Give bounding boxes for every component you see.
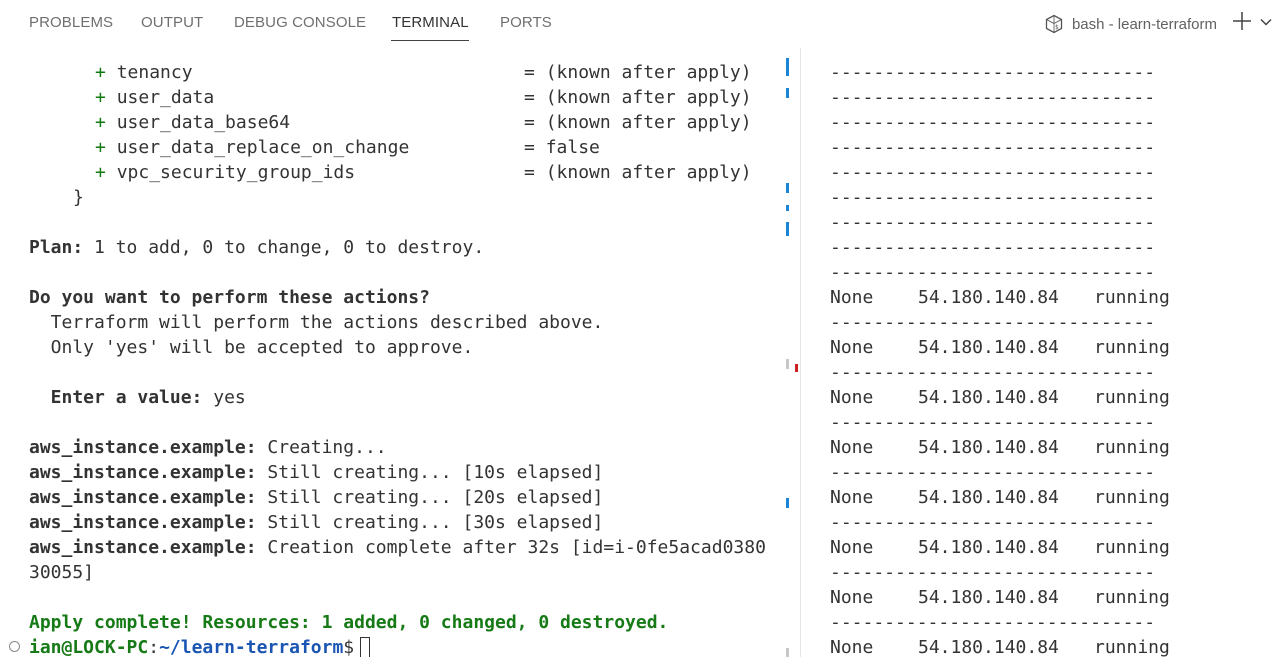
tab-ports[interactable]: PORTS (500, 14, 552, 31)
scrollbar-mark (786, 205, 789, 211)
terminal-line: + tenancy (95, 62, 193, 83)
plus-icon[interactable] (1231, 10, 1253, 32)
instance-ip: 54.180.140.84 (918, 587, 1059, 608)
separator-line: ------------------------------ (830, 462, 1156, 483)
log-line: aws_instance.example: Still creating... … (29, 512, 604, 533)
scrollbar-mark (786, 498, 789, 508)
scrollbar-mark (786, 88, 789, 98)
separator-line: ------------------------------ (830, 412, 1156, 433)
terminal-line: + vpc_security_group_ids (95, 162, 356, 183)
tab-problems[interactable]: PROBLEMS (29, 14, 113, 31)
separator-line: ------------------------------ (830, 187, 1156, 208)
log-line: 30055] (29, 562, 95, 583)
instance-state: running (1094, 537, 1170, 558)
terminal-line: + user_data_replace_on_change (95, 137, 410, 158)
terminal-line: = (known after apply) (524, 87, 752, 108)
separator-line: ------------------------------ (830, 237, 1156, 258)
terminal-left-pane[interactable]: + tenancy = (known after apply) + user_d… (0, 48, 800, 657)
log-line: aws_instance.example: Creating... (29, 437, 387, 458)
instance-ip: 54.180.140.84 (918, 437, 1059, 458)
instance-row: None (830, 387, 874, 408)
terminal-selector[interactable]: $ bash - learn-terraform (1044, 14, 1217, 34)
instance-row: None (830, 537, 874, 558)
shell-prompt[interactable]: ian@LOCK-PC:~/learn-terraform$ (29, 635, 371, 657)
terminal-line: Only 'yes' will be accepted to approve. (29, 337, 474, 358)
terminal-line: = (known after apply) (524, 162, 752, 183)
terminal-line: = (known after apply) (524, 62, 752, 83)
terminal-line: = false (524, 137, 600, 158)
instance-state: running (1094, 437, 1170, 458)
instance-state: running (1094, 587, 1170, 608)
instance-ip: 54.180.140.84 (918, 537, 1059, 558)
separator-line: ------------------------------ (830, 362, 1156, 383)
terminal-right-pane[interactable]: ------------------------------ ---------… (801, 48, 1279, 657)
instance-state: running (1094, 287, 1170, 308)
enter-value-prompt: Enter a value: yes (29, 387, 246, 408)
separator-line: ------------------------------ (830, 112, 1156, 133)
separator-line: ------------------------------ (830, 312, 1156, 333)
instance-row: None (830, 287, 874, 308)
separator-line: ------------------------------ (830, 162, 1156, 183)
tab-debug-console[interactable]: DEBUG CONSOLE (234, 14, 366, 31)
log-line: aws_instance.example: Creation complete … (29, 537, 766, 558)
scrollbar-mark (786, 183, 789, 193)
instance-state: running (1094, 487, 1170, 508)
instance-state: running (1094, 337, 1170, 358)
confirm-question: Do you want to perform these actions? (29, 287, 430, 308)
separator-line: ------------------------------ (830, 87, 1156, 108)
instance-ip: 54.180.140.84 (918, 337, 1059, 358)
apply-complete-message: Apply complete! Resources: 1 added, 0 ch… (29, 612, 669, 633)
log-line: aws_instance.example: Still creating... … (29, 487, 604, 508)
terminal-shell-icon: $ (1045, 14, 1063, 34)
terminal-title: bash - learn-terraform (1071, 15, 1217, 33)
log-line: aws_instance.example: Still creating... … (29, 462, 604, 483)
instance-ip: 54.180.140.84 (918, 387, 1059, 408)
chevron-down-icon[interactable] (1259, 15, 1273, 29)
instance-state: running (1094, 637, 1170, 657)
scrollbar-mark (786, 359, 789, 369)
terminal-line: Terraform will perform the actions descr… (29, 312, 604, 333)
separator-line: ------------------------------ (830, 62, 1156, 83)
separator-line: ------------------------------ (830, 612, 1156, 633)
instance-row: None (830, 337, 874, 358)
terminal-line: } (73, 187, 84, 208)
instance-row: None (830, 437, 874, 458)
instance-row: None (830, 487, 874, 508)
instance-ip: 54.180.140.84 (918, 487, 1059, 508)
separator-line: ------------------------------ (830, 212, 1156, 233)
terminal-line: + user_data_base64 (95, 112, 291, 133)
tab-output[interactable]: OUTPUT (141, 14, 203, 31)
plan-summary: Plan: 1 to add, 0 to change, 0 to destro… (29, 237, 485, 258)
instance-ip: 54.180.140.84 (918, 287, 1059, 308)
separator-line: ------------------------------ (830, 562, 1156, 583)
circle-icon (9, 641, 20, 652)
instance-state: running (1094, 387, 1170, 408)
terminal-cursor (360, 637, 371, 657)
separator-line: ------------------------------ (830, 512, 1156, 533)
error-mark (795, 364, 798, 372)
separator-line: ------------------------------ (830, 262, 1156, 283)
scrollbar-mark (786, 58, 789, 76)
instance-row: None (830, 587, 874, 608)
separator-line: ------------------------------ (830, 137, 1156, 158)
instance-row: None (830, 637, 874, 657)
tab-terminal[interactable]: TERMINAL (392, 14, 469, 31)
svg-text:$: $ (1055, 24, 1059, 31)
scrollbar-mark (786, 222, 789, 236)
active-tab-indicator (391, 40, 469, 41)
terminal-line: + user_data (95, 87, 215, 108)
panel-tab-bar: PROBLEMS OUTPUT DEBUG CONSOLE TERMINAL P… (0, 0, 1279, 48)
scrollbar-mark (786, 648, 789, 657)
terminal-line: = (known after apply) (524, 112, 752, 133)
instance-ip: 54.180.140.84 (918, 637, 1059, 657)
